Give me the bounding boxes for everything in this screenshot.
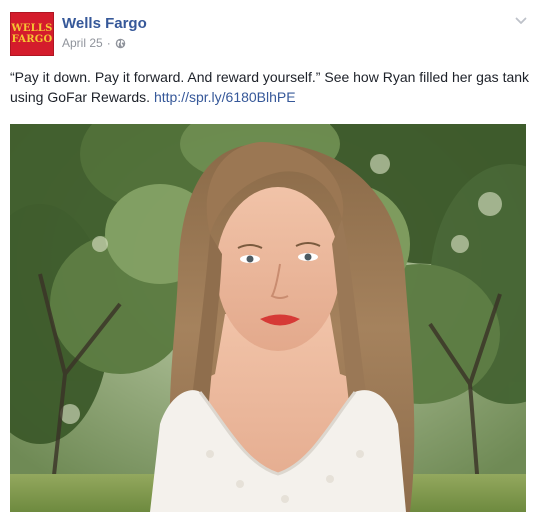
avatar-line-2: FARGO [11,34,53,45]
portrait-photo-illustration [10,124,526,512]
post-date[interactable]: April 25 [62,35,103,51]
separator-dot: · [106,36,111,50]
avatar-line-1: WELLS [11,23,53,34]
chevron-down-icon[interactable] [514,14,528,28]
post-header: WELLS FARGO Wells Fargo April 25 · [10,12,147,58]
post-meta: Wells Fargo April 25 · [62,14,147,51]
facebook-post: WELLS FARGO Wells Fargo April 25 · “Pay … [0,0,538,522]
post-text: “Pay it down. Pay it forward. And reward… [10,67,530,107]
post-photo[interactable] [10,124,526,512]
post-link[interactable]: http://spr.ly/6180BlhPE [154,89,296,105]
page-name-link[interactable]: Wells Fargo [62,14,147,33]
post-subline: April 25 · [62,35,147,51]
globe-icon[interactable] [115,38,126,49]
wells-fargo-logo-avatar[interactable]: WELLS FARGO [10,12,54,56]
